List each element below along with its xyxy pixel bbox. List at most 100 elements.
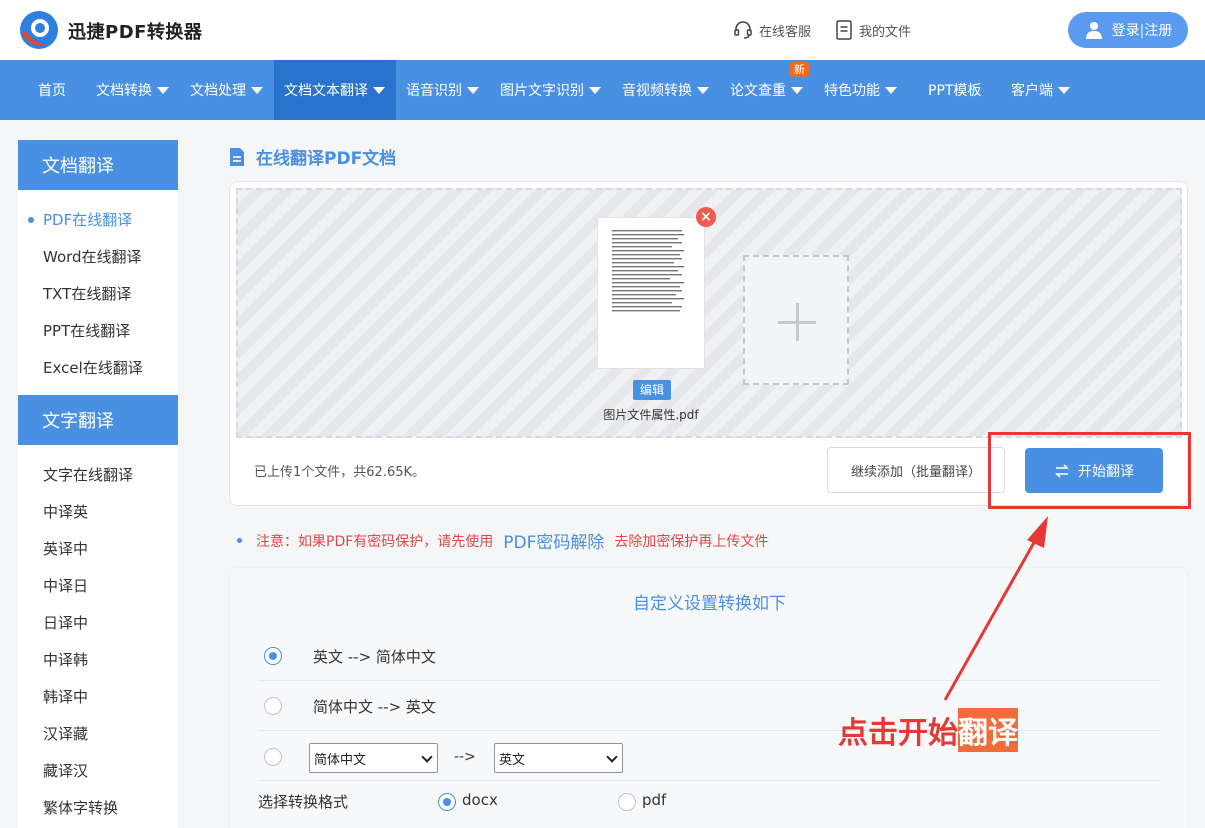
radio-format-pdf[interactable] bbox=[618, 793, 636, 811]
my-files-label: 我的文件 bbox=[859, 24, 912, 40]
my-files-link[interactable]: 我的文件 bbox=[835, 20, 911, 40]
chevron-down-icon bbox=[421, 751, 433, 763]
sidebar-item-en-zh[interactable]: 英译中 bbox=[43, 538, 88, 559]
password-notice: 注意：如果PDF有密码保护，请先使用 PDF密码解除 去除加密保护再上传文件 bbox=[237, 528, 768, 553]
option-row-en-zh[interactable]: 英文 --> 简体中文 bbox=[258, 631, 1160, 681]
source-language-value: 简体中文 bbox=[314, 752, 367, 768]
login-register-button[interactable]: 登录|注册 bbox=[1068, 12, 1188, 48]
register-label[interactable]: 注册 bbox=[1144, 23, 1172, 39]
sidebar-item-txt-translate[interactable]: TXT在线翻译 bbox=[43, 283, 131, 304]
notice-suffix: 去除加密保护再上传文件 bbox=[614, 533, 769, 550]
nav-home[interactable]: 首页 bbox=[38, 60, 66, 120]
target-language-value: 英文 bbox=[499, 752, 526, 768]
brand-name[interactable]: 迅捷PDF转换器 bbox=[68, 18, 202, 44]
nav-client[interactable]: 客户端 bbox=[1011, 60, 1070, 120]
sidebar-item-ko-zh[interactable]: 韩译中 bbox=[43, 686, 88, 707]
nav-special-label: 特色功能 bbox=[824, 83, 880, 99]
sidebar-item-word-translate[interactable]: Word在线翻译 bbox=[43, 246, 142, 267]
caret-down-icon bbox=[251, 86, 263, 94]
upload-status: 已上传1个文件，共62.65K。 bbox=[254, 465, 426, 480]
format-docx-label: docx bbox=[462, 791, 498, 809]
sidebar-item-pdf-translate[interactable]: PDF在线翻译 bbox=[43, 209, 132, 230]
sidebar-item-zh-ko[interactable]: 中译韩 bbox=[43, 649, 88, 670]
new-badge: 新 bbox=[790, 62, 809, 77]
main-nav: 首页 文档转换 文档处理 文档文本翻译 语音识别 图片文字识别 音视频转换 论文… bbox=[0, 60, 1205, 120]
document-icon bbox=[836, 20, 852, 40]
page-title-text: 在线翻译PDF文档 bbox=[256, 149, 397, 169]
sidebar-item-traditional[interactable]: 繁体字转换 bbox=[43, 797, 118, 818]
sidebar-section-text-translate: 文字翻译 bbox=[18, 395, 178, 445]
sidebar-item-text-online[interactable]: 文字在线翻译 bbox=[43, 464, 133, 485]
nav-doc-translate-label: 文档文本翻译 bbox=[284, 83, 368, 99]
nav-thesis-label: 论文查重 bbox=[730, 83, 786, 99]
remove-file-icon[interactable]: × bbox=[696, 207, 716, 227]
annotation-text: 点击开始 翻译 bbox=[838, 708, 1018, 752]
source-language-select[interactable]: 简体中文 bbox=[309, 743, 438, 773]
sidebar-item-ppt-translate[interactable]: PPT在线翻译 bbox=[43, 320, 130, 341]
target-language-select[interactable]: 英文 bbox=[494, 743, 623, 773]
option-en-zh-label: 英文 --> 简体中文 bbox=[313, 648, 436, 666]
caret-down-icon bbox=[1058, 86, 1070, 94]
nav-doc-process-label: 文档处理 bbox=[190, 83, 246, 99]
file-icon bbox=[230, 147, 244, 166]
nav-image-ocr[interactable]: 图片文字识别 bbox=[500, 60, 601, 120]
option-row-custom: 简体中文 --> 英文 bbox=[258, 731, 1160, 781]
online-service-link[interactable]: 在线客服 bbox=[733, 20, 811, 40]
brand-logo-icon[interactable] bbox=[18, 9, 60, 51]
caret-down-icon bbox=[885, 86, 897, 94]
caret-down-icon bbox=[791, 86, 803, 94]
format-label: 选择转换格式 bbox=[258, 793, 349, 811]
radio-custom[interactable] bbox=[264, 748, 282, 766]
active-dot-icon bbox=[28, 217, 34, 223]
add-file-button[interactable] bbox=[743, 255, 849, 385]
option-row-zh-en[interactable]: 简体中文 --> 英文 bbox=[258, 681, 1160, 731]
nav-doc-process[interactable]: 文档处理 bbox=[190, 60, 263, 120]
notice-prefix: 注意：如果PDF有密码保护，请先使用 bbox=[256, 533, 494, 550]
caret-down-icon bbox=[157, 86, 169, 94]
caret-down-icon bbox=[697, 86, 709, 94]
login-label[interactable]: 登录 bbox=[1112, 23, 1140, 39]
upload-dropzone[interactable]: × 编辑 图片文件属性.pdf bbox=[236, 188, 1182, 438]
pdf-preview-image bbox=[612, 230, 684, 312]
bullet-dot-icon bbox=[237, 538, 242, 543]
nav-special-features[interactable]: 特色功能 bbox=[824, 60, 897, 120]
nav-av-convert[interactable]: 音视频转换 bbox=[622, 60, 709, 120]
sidebar-item-zh-bo[interactable]: 汉译藏 bbox=[43, 723, 88, 744]
annotation-highlight-box bbox=[988, 432, 1191, 509]
file-thumbnail[interactable] bbox=[597, 217, 705, 369]
settings-panel: 自定义设置转换如下 英文 --> 简体中文 简体中文 --> 英文 简体中文 -… bbox=[229, 567, 1188, 828]
annotation-text-plain: 点击开始 bbox=[838, 716, 958, 751]
online-service-label: 在线客服 bbox=[759, 24, 812, 40]
continue-add-button[interactable]: 继续添加（批量翻译） bbox=[827, 447, 1005, 493]
sidebar-section-doc-translate: 文档翻译 bbox=[18, 140, 178, 190]
caret-down-icon bbox=[373, 86, 385, 94]
sidebar-item-excel-translate[interactable]: Excel在线翻译 bbox=[43, 357, 143, 378]
nav-client-label: 客户端 bbox=[1011, 83, 1053, 99]
nav-av-label: 音视频转换 bbox=[622, 83, 692, 99]
plus-icon-vertical bbox=[796, 303, 799, 341]
annotation-text-highlight: 翻译 bbox=[958, 708, 1018, 752]
option-zh-en-label: 简体中文 --> 英文 bbox=[313, 698, 436, 716]
sidebar-item-bo-zh[interactable]: 藏译汉 bbox=[43, 760, 88, 781]
sidebar: 文档翻译 PDF在线翻译 Word在线翻译 TXT在线翻译 PPT在线翻译 Ex… bbox=[18, 140, 178, 828]
pdf-password-remove-link[interactable]: PDF密码解除 bbox=[503, 528, 604, 553]
settings-title: 自定义设置转换如下 bbox=[633, 594, 786, 614]
nav-doc-convert-label: 文档转换 bbox=[96, 83, 152, 99]
format-pdf-label: pdf bbox=[642, 791, 667, 809]
radio-format-docx[interactable] bbox=[438, 793, 456, 811]
headset-icon bbox=[734, 21, 752, 39]
sidebar-item-zh-en[interactable]: 中译英 bbox=[43, 501, 88, 522]
top-header: 迅捷PDF转换器 在线客服 我的文件 登录|注册 bbox=[0, 0, 1205, 60]
nav-ppt-templates[interactable]: PPT模板 bbox=[928, 60, 981, 120]
chevron-down-icon bbox=[606, 751, 618, 763]
radio-en-zh[interactable] bbox=[264, 647, 282, 665]
edit-file-button[interactable]: 编辑 bbox=[633, 380, 671, 400]
nav-speech-recognition[interactable]: 语音识别 bbox=[406, 60, 479, 120]
nav-ppt-label: PPT模板 bbox=[928, 83, 982, 99]
radio-zh-en[interactable] bbox=[264, 697, 282, 715]
sidebar-item-zh-ja[interactable]: 中译日 bbox=[43, 575, 88, 596]
user-icon bbox=[1085, 22, 1102, 39]
sidebar-item-ja-zh[interactable]: 日译中 bbox=[43, 612, 88, 633]
nav-doc-translate[interactable]: 文档文本翻译 bbox=[274, 60, 396, 120]
nav-doc-convert[interactable]: 文档转换 bbox=[96, 60, 169, 120]
